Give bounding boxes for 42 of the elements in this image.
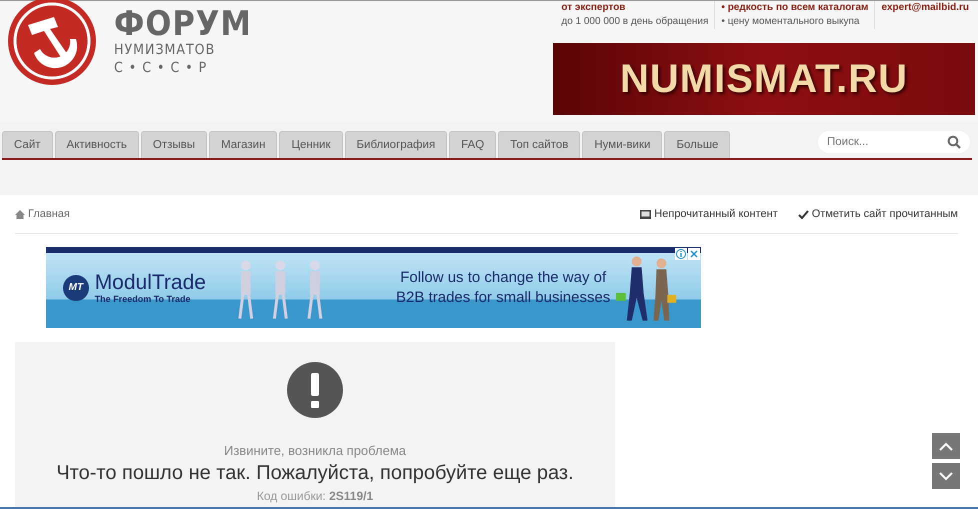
error-message: Что-то пошло не так. Пожалуйста, попробуйте еще раз. (56, 462, 574, 485)
brand-tagline: The Freedom To Trade (94, 294, 192, 304)
nav-tab[interactable]: Ценник (279, 131, 342, 158)
info-text: expert@mailbid.ru (881, 1, 969, 15)
nav-tab[interactable]: Топ сайтов (498, 131, 580, 158)
exclamation-icon (287, 362, 343, 418)
error-intro: Извините, возникла проблема (224, 443, 406, 458)
home-icon (15, 210, 25, 218)
ad-banner[interactable]: MT ModulTrade The Freedom To Trade Follow us to change the way of B2B trades for small businesses (46, 247, 701, 328)
checkmark-icon (798, 210, 809, 218)
nav-tab[interactable]: Больше (664, 131, 730, 158)
info-text: • редкость по всем каталогам (721, 1, 868, 15)
monitor-icon (640, 210, 652, 218)
nav-tab[interactable]: Активность (54, 131, 139, 158)
info-text: от экспертов (561, 1, 626, 15)
error-code: Код ошибки: 2S119/1 (256, 489, 374, 503)
home-link[interactable]: Главная (15, 208, 70, 220)
nav-tab[interactable]: Сайт (2, 131, 53, 158)
nav-tab[interactable]: FAQ (449, 131, 496, 158)
action-link[interactable]: Отметить сайт прочитанным (798, 208, 958, 220)
scroll-up-button[interactable] (932, 433, 960, 459)
info-text: до 1 000 000 в день обращения (561, 15, 708, 29)
numismat-banner[interactable]: NUMISMAT.RU (553, 43, 975, 115)
search-field[interactable]: Поиск... (818, 131, 970, 153)
nav-tab[interactable]: Отзывы (140, 131, 208, 158)
brand-logo-icon: MT (63, 274, 89, 300)
chevron-down-icon (939, 472, 953, 480)
close-icon[interactable] (688, 248, 700, 260)
nav-tab[interactable]: Библиография (344, 131, 448, 158)
action-link[interactable]: Непрочитанный контент (640, 208, 778, 220)
ad-headline: Follow us to change the way of B2B trades for small businesses (395, 268, 612, 308)
brand-name: ModulTrade (94, 272, 206, 294)
logo-subtitle: НУМИЗМАТОВ (114, 41, 216, 59)
nav-tab[interactable]: Нуми-вики (582, 131, 662, 158)
logo-letters: С • С • С • Р (114, 59, 208, 77)
info-icon[interactable] (675, 248, 687, 260)
search-icon[interactable] (947, 135, 961, 149)
info-text: • цену моментального выкупа (721, 15, 860, 29)
scroll-down-button[interactable] (932, 463, 960, 489)
nav-tab[interactable]: Магазин (209, 131, 278, 158)
chevron-up-icon (939, 442, 953, 450)
logo-title: ФОРУМ (114, 7, 252, 41)
